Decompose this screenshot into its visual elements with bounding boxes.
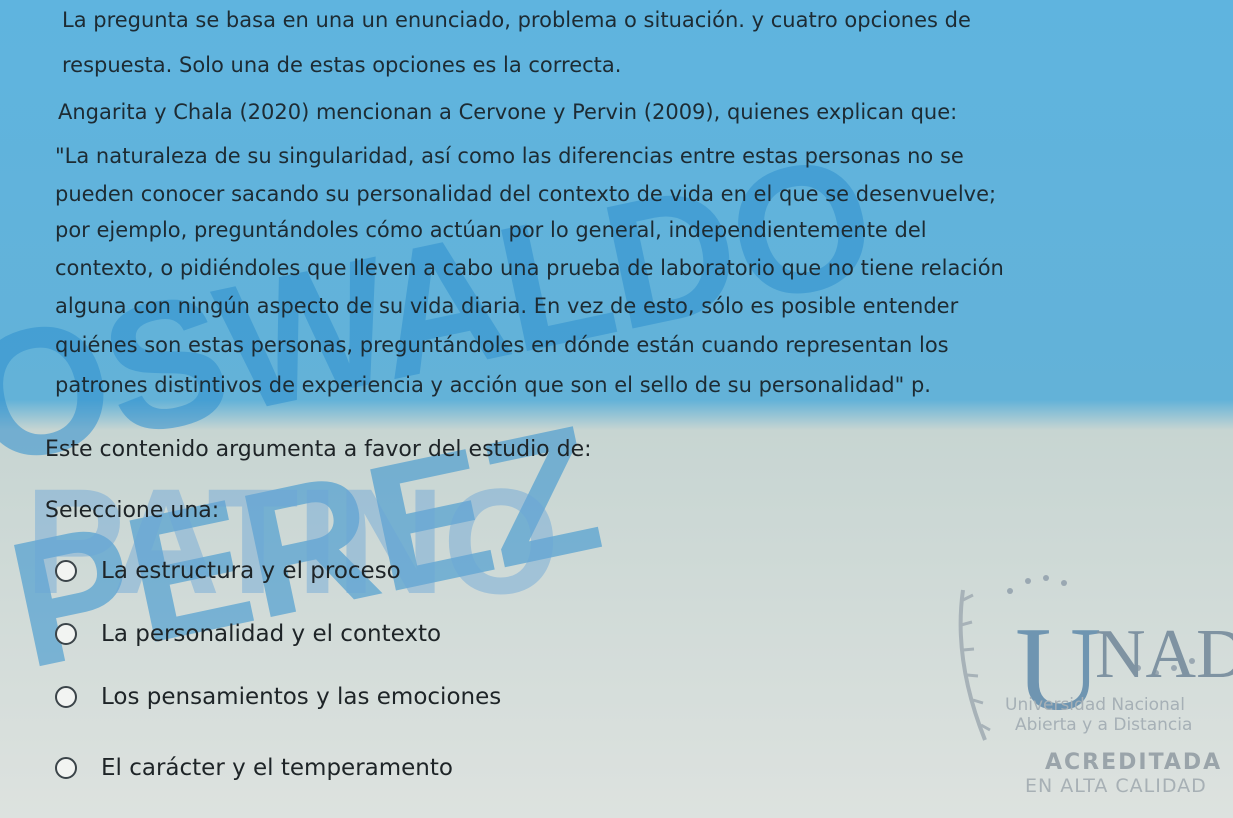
logo-accreditation-subtitle: EN ALTA CALIDAD: [1025, 775, 1207, 797]
instruction-line-1: La pregunta se basa en una un enunciado,…: [62, 8, 971, 32]
radio-button[interactable]: [55, 757, 77, 779]
answer-option[interactable]: Los pensamientos y las emociones: [55, 684, 501, 710]
watermark-name-patino: PATINO: [25, 457, 559, 625]
option-label[interactable]: La personalidad y el contexto: [101, 621, 441, 647]
answer-option[interactable]: El carácter y el temperamento: [55, 755, 453, 781]
quote-line: por ejemplo, preguntándoles cómo actúan …: [55, 218, 927, 242]
answer-option[interactable]: La personalidad y el contexto: [55, 621, 441, 647]
option-label[interactable]: La estructura y el proceso: [101, 558, 401, 584]
logo-university-subtitle: Abierta y a Distancia: [1015, 715, 1193, 735]
quote-line: pueden conocer sacando su personalidad d…: [55, 182, 997, 206]
quote-line: quiénes son estas personas, preguntándol…: [55, 333, 949, 357]
instruction-line-2: respuesta. Solo una de estas opciones es…: [62, 53, 622, 77]
quote-line: alguna con ningún aspecto de su vida dia…: [55, 294, 959, 318]
question-prompt: Este contenido argumenta a favor del est…: [45, 437, 592, 462]
select-label: Seleccione una:: [45, 498, 220, 523]
quote-line: patrones distintivos de experiencia y ac…: [55, 373, 931, 397]
logo-accreditation: ACREDITADA: [1045, 750, 1223, 775]
logo-letters: NAD: [1095, 616, 1233, 693]
logo-university-name: Universidad Nacional: [1005, 695, 1185, 715]
option-label[interactable]: El carácter y el temperamento: [101, 755, 453, 781]
answer-option[interactable]: La estructura y el proceso: [55, 558, 401, 584]
option-label[interactable]: Los pensamientos y las emociones: [101, 684, 501, 710]
quote-line: "La naturaleza de su singularidad, así c…: [55, 144, 964, 168]
radio-button[interactable]: [55, 623, 77, 645]
radio-button[interactable]: [55, 560, 77, 582]
unad-logo: U NAD Universidad Nacional Abierta y a D…: [945, 570, 1233, 818]
radio-button[interactable]: [55, 686, 77, 708]
intro-text: Angarita y Chala (2020) mencionan a Cerv…: [58, 100, 958, 124]
quote-line: contexto, o pidiéndoles que lleven a cab…: [55, 256, 1004, 280]
